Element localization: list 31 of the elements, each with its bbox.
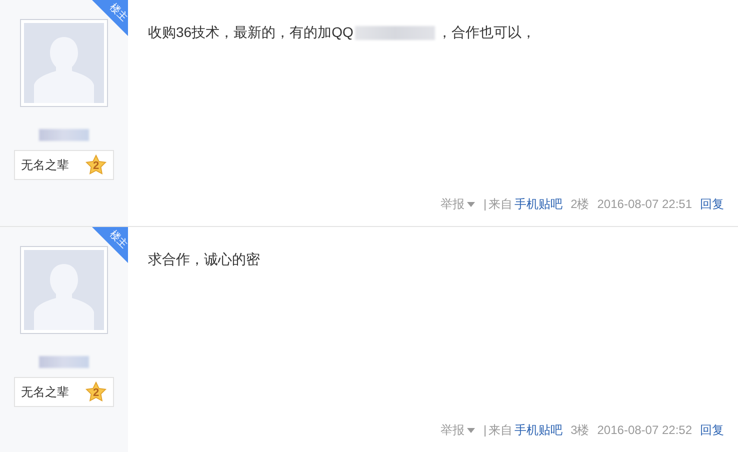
post-time: 2016-08-07 22:51 (597, 196, 692, 213)
floor-number: 3楼 (570, 422, 590, 439)
separator: | (483, 196, 487, 213)
source-link[interactable]: 手机贴吧 (514, 421, 563, 439)
source-label: 来自 (488, 422, 513, 439)
floor-number: 2楼 (570, 196, 590, 213)
separator: | (483, 422, 487, 439)
person-silhouette-icon (24, 250, 104, 330)
caret-icon[interactable] (467, 202, 476, 206)
post-time: 2016-08-07 22:52 (597, 422, 692, 439)
source-label: 来自 (488, 196, 513, 213)
level-number: 2 (92, 386, 100, 401)
post-text: ，合作也可以， (437, 23, 536, 42)
blurred-username (39, 129, 89, 141)
blurred-username (39, 356, 89, 368)
reply-link[interactable]: 回复 (700, 195, 724, 213)
source-link[interactable]: 手机贴吧 (514, 195, 563, 213)
level-badge[interactable]: 无名之辈 2 (14, 150, 114, 180)
level-title: 无名之辈 (21, 384, 69, 401)
post-text: 求合作，诚心的密 (148, 250, 260, 269)
post-text: 收购36技术，最新的，有的加QQ (148, 23, 354, 42)
level-number: 2 (92, 158, 100, 174)
level-title: 无名之辈 (21, 157, 69, 174)
caret-icon[interactable] (467, 428, 476, 432)
avatar[interactable] (20, 246, 108, 334)
avatar[interactable] (20, 19, 108, 107)
reply-link[interactable]: 回复 (700, 421, 724, 439)
person-silhouette-icon (24, 23, 104, 103)
level-badge[interactable]: 无名之辈 2 (14, 377, 114, 407)
op-label: 楼主 (107, 229, 129, 251)
op-label: 楼主 (107, 2, 129, 24)
